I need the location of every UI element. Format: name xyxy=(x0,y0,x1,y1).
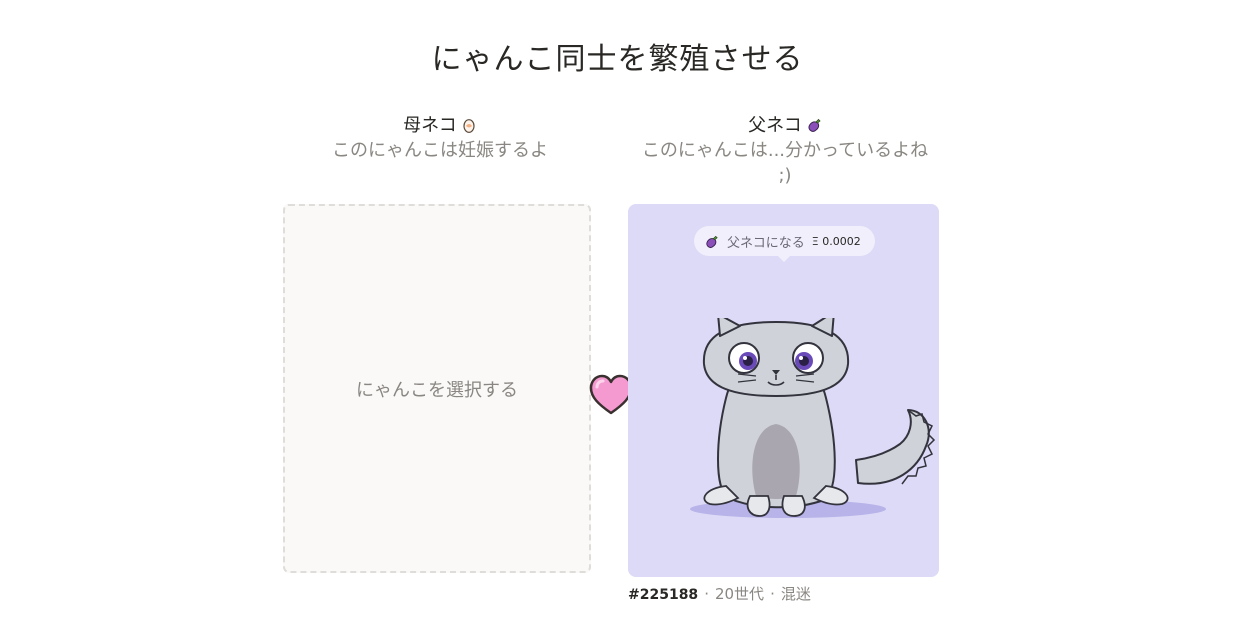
father-description: このにゃんこは...分かっているよね ;) xyxy=(641,140,929,186)
cat-id-link[interactable]: #225188 xyxy=(628,587,698,603)
sire-price-badge: 父ネコになる Ξ 0.0002 xyxy=(694,226,875,262)
breeding-page: にゃんこ同士を繁殖させる 母ネコ このにゃんこは妊娠するよ 父ネコ このにゃんこ… xyxy=(0,0,1235,624)
separator-dot: · xyxy=(770,585,775,603)
page-title: にゃんこ同士を繁殖させる xyxy=(431,42,804,78)
father-header: 父ネコ このにゃんこは...分かっているよね ;) xyxy=(640,114,930,188)
cat-generation: 20世代 xyxy=(714,585,765,603)
egg-icon xyxy=(463,119,475,133)
father-role-label: 父ネコ xyxy=(748,115,802,136)
mother-role-label: 母ネコ xyxy=(403,115,457,136)
eggplant-icon xyxy=(706,235,718,248)
eggplant-icon xyxy=(808,118,821,132)
cat-image xyxy=(690,318,936,518)
father-cat-card[interactable]: 父ネコになる Ξ 0.0002 xyxy=(628,204,939,577)
mother-role: 母ネコ xyxy=(320,114,560,138)
cat-cooldown: 混迷 xyxy=(780,585,811,603)
mother-header: 母ネコ このにゃんこは妊娠するよ xyxy=(320,114,560,163)
mother-description: このにゃんこは妊娠するよ xyxy=(332,140,548,161)
separator-dot: · xyxy=(704,585,709,603)
father-cat-meta: #225188 · 20世代 · 混迷 xyxy=(628,583,811,604)
select-cat-label: にゃんこを選択する xyxy=(356,379,518,401)
father-role: 父ネコ xyxy=(640,114,930,138)
select-mother-slot[interactable]: にゃんこを選択する xyxy=(283,204,591,573)
sire-badge-label: 父ネコになる xyxy=(727,235,805,251)
sire-price: Ξ 0.0002 xyxy=(811,234,861,248)
